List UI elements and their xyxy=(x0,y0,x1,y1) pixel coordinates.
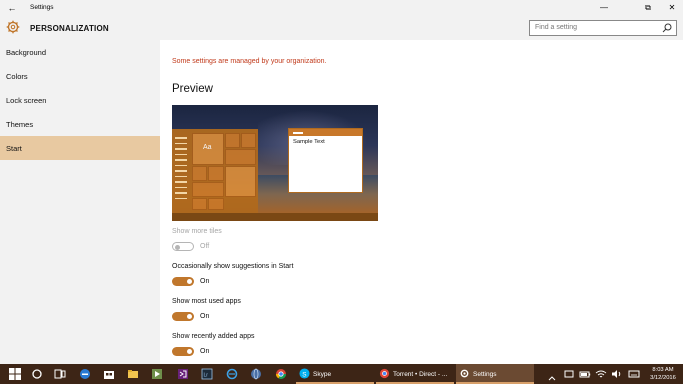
media-player-icon[interactable] xyxy=(151,368,163,380)
taskbar-app-chrome[interactable]: Torrent • Direct - ... xyxy=(376,364,454,384)
preview-tile xyxy=(208,166,224,181)
globe-icon[interactable] xyxy=(250,368,262,380)
task-view-icon[interactable] xyxy=(54,368,66,380)
notification-icon[interactable] xyxy=(563,368,575,380)
gear-icon xyxy=(6,20,20,34)
recently-added-apps-state: On xyxy=(200,348,210,355)
preview-tile xyxy=(192,166,207,181)
show-more-tiles-state: Off xyxy=(200,243,210,250)
preview-sample-window: Sample Text xyxy=(288,128,363,193)
clock-time: 8:03 AM xyxy=(652,367,674,373)
visual-studio-icon[interactable] xyxy=(177,368,189,380)
window-title: Settings xyxy=(30,4,54,11)
organization-notice: Some settings are managed by your organi… xyxy=(172,58,327,65)
clock-date: 3/12/2016 xyxy=(650,375,676,381)
sidebar-item-label: Themes xyxy=(6,120,34,129)
back-button[interactable]: ← xyxy=(6,2,18,14)
suggestions-state: On xyxy=(200,278,210,285)
sidebar-item-lock-screen[interactable]: Lock screen xyxy=(0,88,160,112)
sidebar-item-label: Start xyxy=(6,144,22,153)
wifi-icon[interactable] xyxy=(595,368,607,380)
preview-tile xyxy=(192,198,207,210)
svg-text:Lr: Lr xyxy=(204,373,209,379)
maximize-button[interactable]: ⧉ xyxy=(637,0,659,16)
cortana-icon[interactable] xyxy=(31,368,43,380)
sidebar-item-background[interactable]: Background xyxy=(0,40,160,64)
sidebar-item-start[interactable]: Start xyxy=(0,136,160,160)
lightroom-icon[interactable]: Lr xyxy=(201,368,213,380)
sidebar-item-themes[interactable]: Themes xyxy=(0,112,160,136)
taskbar-app-settings[interactable]: Settings xyxy=(456,364,534,384)
preview-app-list xyxy=(174,133,188,207)
windows-start-icon[interactable] xyxy=(9,368,21,380)
start-preview-image: Aa Sample Text xyxy=(172,105,378,221)
file-explorer-icon[interactable] xyxy=(127,368,139,380)
chrome-icon xyxy=(379,368,390,379)
volume-icon[interactable] xyxy=(611,368,623,380)
close-button[interactable]: ✕ xyxy=(661,0,683,16)
most-used-apps-label: Show most used apps xyxy=(172,298,241,305)
preview-tile xyxy=(225,133,240,148)
preview-tile xyxy=(208,198,224,210)
taskbar-app-label: Settings xyxy=(473,371,497,378)
taskbar-app-skype[interactable]: S Skype xyxy=(296,364,374,384)
preview-tile xyxy=(192,182,224,197)
preview-heading: Preview xyxy=(172,83,213,95)
most-used-apps-toggle[interactable] xyxy=(172,312,194,321)
preview-taskbar xyxy=(172,213,378,221)
sidebar-item-label: Colors xyxy=(6,72,28,81)
recently-added-apps-label: Show recently added apps xyxy=(172,333,255,340)
search-input[interactable]: Find a setting xyxy=(529,20,677,36)
sidebar-item-label: Lock screen xyxy=(6,96,47,105)
title-bar: ← Settings — ⧉ ✕ xyxy=(0,0,683,16)
skype-icon: S xyxy=(299,368,310,379)
show-more-tiles-toggle[interactable] xyxy=(172,242,194,251)
edge-icon[interactable] xyxy=(79,368,91,380)
preview-tile xyxy=(225,166,256,197)
suggestions-toggle[interactable] xyxy=(172,277,194,286)
svg-text:S: S xyxy=(302,371,306,378)
taskbar-app-label: Skype xyxy=(313,371,332,378)
taskbar-app-label: Torrent • Direct - ... xyxy=(393,371,448,378)
preview-tile: Aa xyxy=(192,133,224,165)
sidebar-item-colors[interactable]: Colors xyxy=(0,64,160,88)
windows-taskbar: Lr S Skype Torrent • Direct - ... Settin… xyxy=(0,364,683,384)
show-hidden-icons-chevron-up-icon[interactable] xyxy=(546,364,558,384)
main-content: Some settings are managed by your organi… xyxy=(160,40,683,364)
settings-window: ← Settings — ⧉ ✕ PERSONALIZATION Find a … xyxy=(0,0,683,364)
internet-explorer-icon[interactable] xyxy=(226,368,238,380)
recently-added-apps-toggle[interactable] xyxy=(172,347,194,356)
store-icon[interactable] xyxy=(103,368,115,380)
most-used-apps-state: On xyxy=(200,313,210,320)
taskbar-clock[interactable]: 8:03 AM 3/12/2016 xyxy=(646,366,680,382)
show-more-tiles-label: Show more tiles xyxy=(172,228,222,235)
search-placeholder: Find a setting xyxy=(535,24,578,31)
preview-tile-label: Aa xyxy=(203,144,212,151)
search-icon[interactable] xyxy=(661,22,673,34)
page-title: PERSONALIZATION xyxy=(30,24,109,33)
suggestions-label: Occasionally show suggestions in Start xyxy=(172,263,294,270)
gear-icon xyxy=(460,369,469,378)
battery-icon[interactable] xyxy=(579,368,591,380)
chrome-icon[interactable] xyxy=(275,368,287,380)
sidebar-nav: Background Colors Lock screen Themes Sta… xyxy=(0,40,160,364)
sidebar-item-label: Background xyxy=(6,48,47,57)
preview-tile xyxy=(241,133,256,148)
preview-tile xyxy=(225,149,256,165)
preview-sample-text: Sample Text xyxy=(293,139,325,145)
minimize-button[interactable]: — xyxy=(593,0,615,16)
keyboard-icon[interactable] xyxy=(628,368,640,380)
